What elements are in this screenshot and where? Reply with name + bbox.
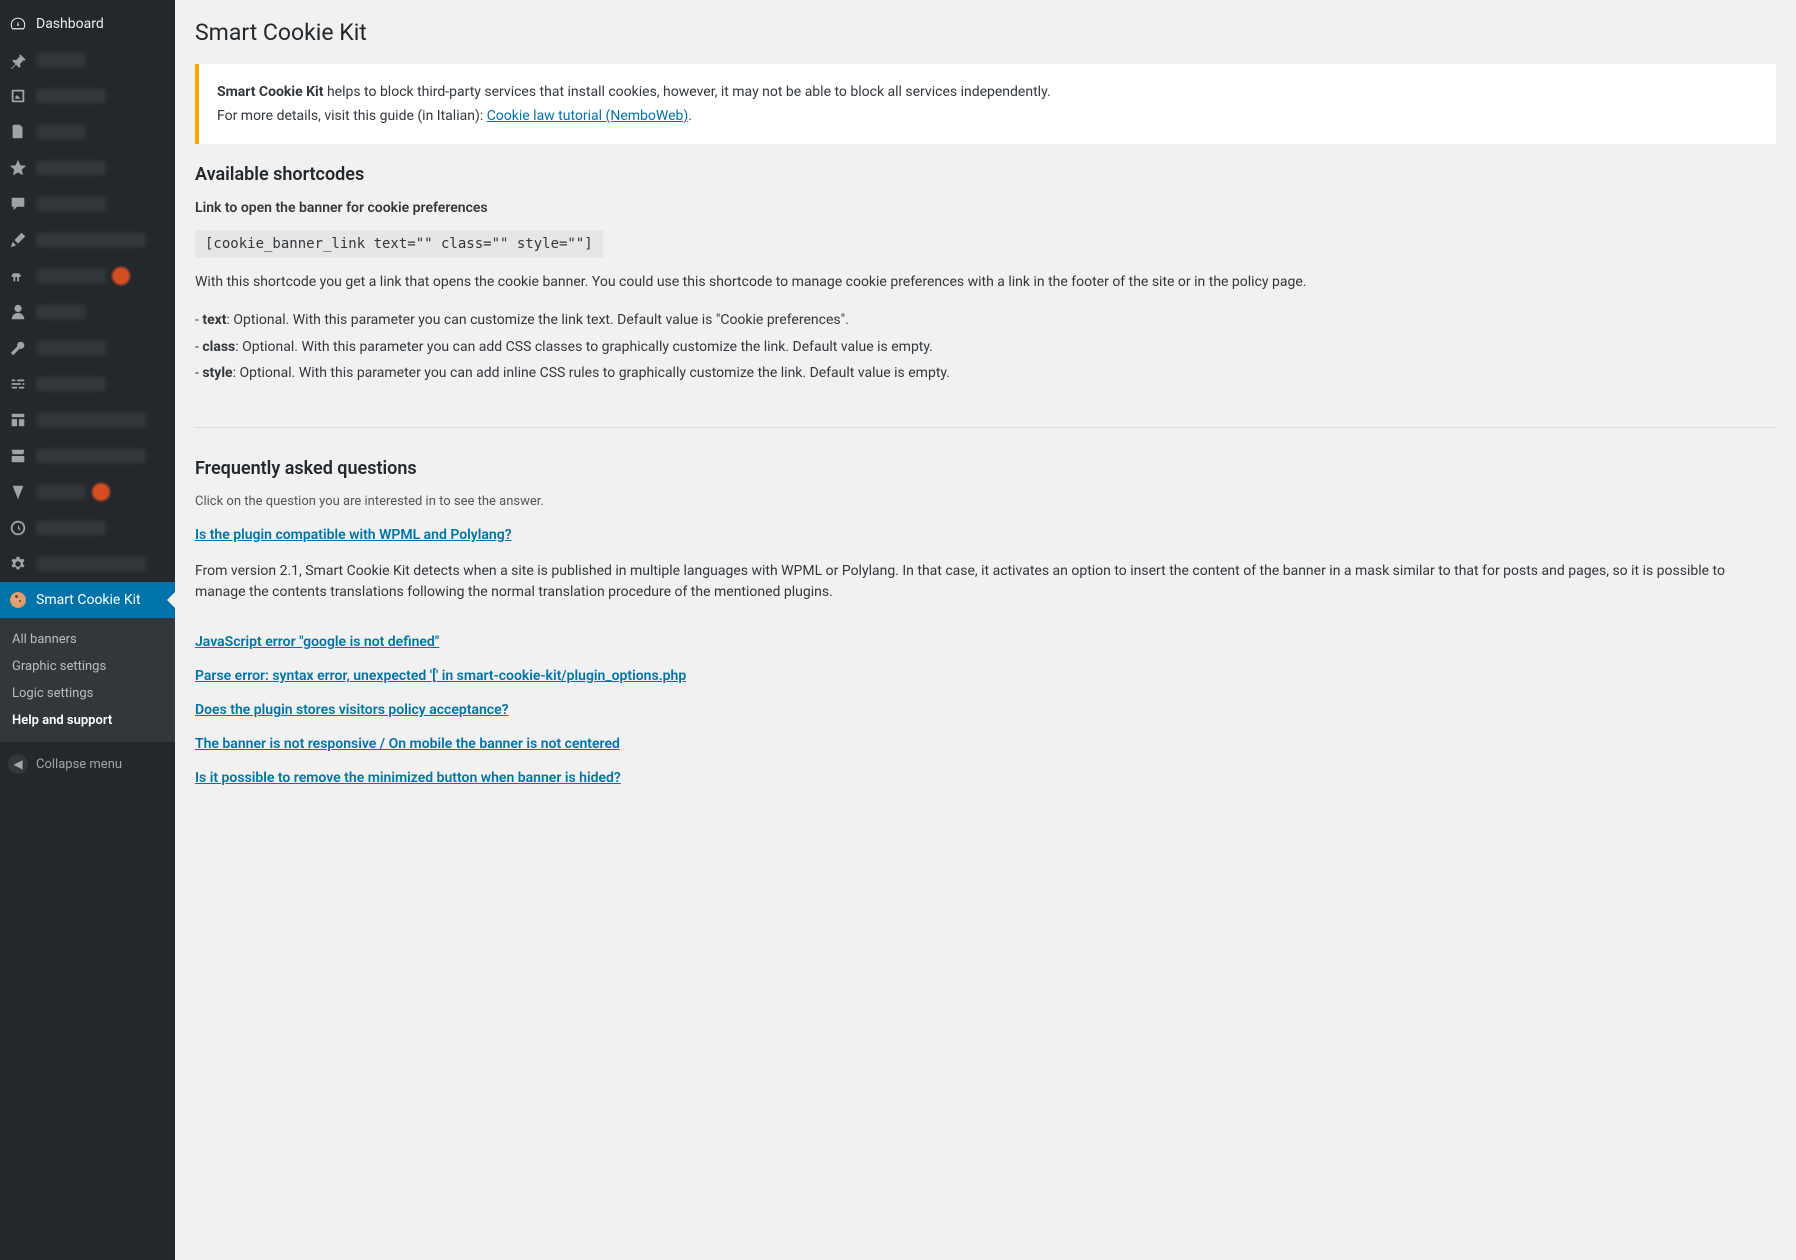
param-line-style: - style: Optional. With this parameter y… [195,360,1776,387]
redacted-label [36,305,86,319]
sliders-icon [8,374,28,394]
cookie-icon [8,590,28,610]
star-icon [8,158,28,178]
update-badge [92,483,110,501]
faq-heading: Frequently asked questions [195,458,1776,479]
notice-paragraph-2: For more details, visit this guide (in I… [217,108,1758,124]
pages-icon [8,122,28,142]
param-name: style [202,365,232,381]
generic-icon [8,518,28,538]
shortcode-code: [cookie_banner_link text="" class="" sty… [195,230,603,258]
sidebar-item-redacted[interactable] [0,438,175,474]
sidebar-item-redacted[interactable] [0,222,175,258]
sidebar-item-redacted[interactable] [0,366,175,402]
update-badge [112,267,130,285]
collapse-label: Collapse menu [36,757,122,772]
gear-icon [8,554,28,574]
param-rest: : Optional. With this parameter you can … [227,312,849,328]
sidebar-submenu: All banners Graphic settings Logic setti… [0,618,175,742]
faq-hint: Click on the question you are interested… [195,494,1776,509]
dashboard-icon [8,14,28,34]
faq-question-4[interactable]: Does the plugin stores visitors policy a… [195,702,1776,718]
redacted-label [36,449,146,463]
yoast-icon [8,482,28,502]
redacted-label [36,341,106,355]
faq-question-3[interactable]: Parse error: syntax error, unexpected '[… [195,668,1776,684]
faq-question-1[interactable]: Is the plugin compatible with WPML and P… [195,527,1776,543]
sidebar-item-redacted[interactable] [0,546,175,582]
sidebar-item-dashboard[interactable]: Dashboard [0,6,175,42]
sidebar-item-label: Dashboard [36,16,104,32]
param-name: text [202,312,226,328]
sidebar-item-redacted[interactable] [0,330,175,366]
sidebar-item-redacted[interactable] [0,78,175,114]
param-line-class: - class: Optional. With this parameter y… [195,334,1776,361]
users-icon [8,302,28,322]
shortcodes-heading: Available shortcodes [195,164,1776,185]
notice-trail: . [688,108,692,124]
sidebar-item-redacted[interactable] [0,258,175,294]
faq-answer-1: From version 2.1, Smart Cookie Kit detec… [195,561,1776,604]
faq-question-2[interactable]: JavaScript error "google is not defined" [195,634,1776,650]
redacted-label [36,89,106,103]
param-name: class [202,339,235,355]
notice-paragraph-1: Smart Cookie Kit helps to block third-pa… [217,84,1758,100]
faq-question-6[interactable]: Is it possible to remove the minimized b… [195,770,1776,786]
sidebar-item-redacted[interactable] [0,474,175,510]
faq-question-5[interactable]: The banner is not responsive / On mobile… [195,736,1776,752]
sidebar-item-smart-cookie-kit[interactable]: Smart Cookie Kit [0,582,175,618]
notice-box: Smart Cookie Kit helps to block third-pa… [195,64,1776,144]
redacted-label [36,125,86,139]
section-separator [195,427,1776,428]
sidebar-item-redacted[interactable] [0,114,175,150]
sidebar-item-redacted[interactable] [0,402,175,438]
submenu-item-help-support[interactable]: Help and support [0,707,175,734]
shortcode-description: With this shortcode you get a link that … [195,272,1776,293]
store-icon [8,446,28,466]
shortcodes-subheading: Link to open the banner for cookie prefe… [195,200,1776,216]
submenu-item-logic-settings[interactable]: Logic settings [0,680,175,707]
redacted-label [36,53,86,67]
redacted-label [36,521,106,535]
admin-sidebar: Dashboard [0,0,175,1260]
redacted-label [36,377,106,391]
sidebar-item-label: Smart Cookie Kit [36,592,141,608]
media-icon [8,86,28,106]
redacted-label [36,269,106,283]
plugins-icon [8,266,28,286]
notice-lead: For more details, visit this guide (in I… [217,108,487,124]
main-content: Smart Cookie Kit Smart Cookie Kit helps … [175,0,1796,1260]
sidebar-item-redacted[interactable] [0,42,175,78]
redacted-label [36,197,106,211]
collapse-menu-button[interactable]: ◀ Collapse menu [0,746,175,782]
sidebar-item-redacted[interactable] [0,294,175,330]
sidebar-item-redacted[interactable] [0,510,175,546]
submenu-item-all-banners[interactable]: All banners [0,626,175,653]
redacted-label [36,233,146,247]
param-line-text: - text: Optional. With this parameter yo… [195,307,1776,334]
collapse-icon: ◀ [8,754,28,774]
page-title: Smart Cookie Kit [195,10,1776,64]
redacted-label [36,161,106,175]
brush-icon [8,230,28,250]
redacted-label [36,557,146,571]
comments-icon [8,194,28,214]
param-rest: : Optional. With this parameter you can … [235,339,933,355]
layout-icon [8,410,28,430]
pin-icon [8,50,28,70]
param-rest: : Optional. With this parameter you can … [233,365,950,381]
notice-link[interactable]: Cookie law tutorial (NemboWeb) [487,108,689,124]
submenu-item-graphic-settings[interactable]: Graphic settings [0,653,175,680]
sidebar-item-redacted[interactable] [0,186,175,222]
notice-bold-lead: Smart Cookie Kit [217,84,323,100]
redacted-label [36,485,86,499]
notice-text: helps to block third-party services that… [323,84,1050,100]
redacted-label [36,413,146,427]
sidebar-item-redacted[interactable] [0,150,175,186]
tools-icon [8,338,28,358]
